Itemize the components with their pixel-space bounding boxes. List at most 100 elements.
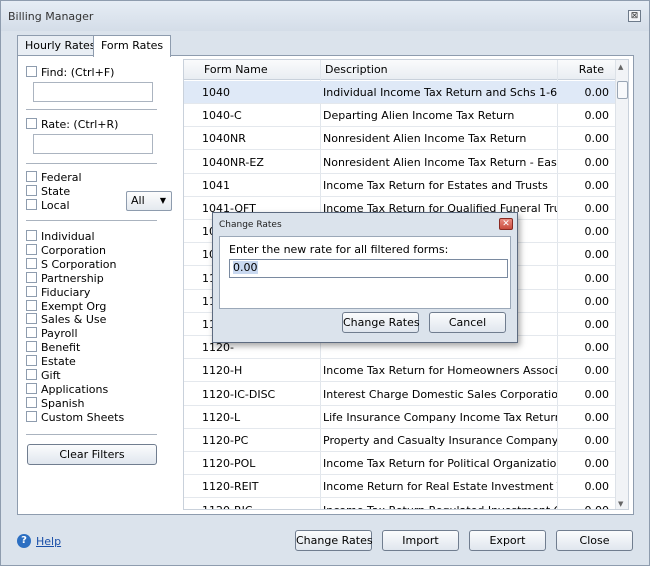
description-cell: Income Tax Return for Estates and Trusts [323, 178, 548, 192]
title-bar: Billing Manager ⊠ [1, 1, 649, 31]
checkbox-fiduciary[interactable]: Fiduciary [26, 285, 90, 300]
tab-hourly-rates[interactable]: Hourly Rates [17, 35, 104, 56]
clear-filters-button[interactable]: Clear Filters [27, 444, 157, 465]
checkbox-partnership[interactable]: Partnership [26, 271, 104, 286]
form-name-cell: 1120-PC [202, 434, 249, 447]
checkbox-icon [26, 230, 37, 241]
export-button[interactable]: Export [469, 530, 546, 551]
checkbox-payroll[interactable]: Payroll [26, 327, 78, 341]
divider [26, 434, 157, 435]
table-row[interactable]: 1120-H Income Tax Return for Homeowners A… [184, 359, 615, 383]
divider [26, 163, 157, 164]
rate-cell: 0.00 [584, 271, 610, 285]
scroll-up-icon[interactable]: ▲ [618, 63, 623, 71]
form-name-cell: 1041 [202, 178, 230, 192]
scroll-thumb[interactable] [617, 81, 628, 99]
checkbox-applications[interactable]: Applications [26, 382, 108, 397]
checkbox-custom-sheets[interactable]: Custom Sheets [26, 410, 125, 425]
description-cell: Property and Casualty Insurance Company … [323, 434, 557, 447]
table-row[interactable]: 1120-REIT Income Return for Real Estate I… [184, 475, 615, 499]
table-row[interactable]: 1040 Individual Income Tax Return and Sch… [184, 81, 615, 104]
find-filter-checkbox[interactable]: Find: (Ctrl+F) [26, 66, 114, 80]
table-row[interactable]: 1040-C Departing Alien Income Tax Return 0… [184, 104, 615, 128]
jurisdiction-select[interactable]: All ▼ [126, 191, 172, 211]
form-name-cell: 1040NR [202, 132, 246, 146]
checkbox-label: State [41, 185, 71, 198]
checkbox-icon [26, 341, 37, 353]
column-header-rate[interactable]: Rate [560, 63, 604, 76]
table-row[interactable]: 1040NR-EZ Nonresident Alien Income Tax Re… [184, 151, 615, 174]
rate-cell: 0.00 [584, 434, 610, 447]
rate-cell: 0.00 [584, 364, 610, 378]
footer-bar: ? Help Change Rates Import Export Close [1, 521, 649, 565]
tab-form-rates[interactable]: Form Rates [93, 35, 172, 57]
rate-cell: 0.00 [562, 504, 610, 509]
checkbox-label: Partnership [41, 271, 104, 285]
table-row[interactable]: 1040NR Nonresident Alien Income Tax Retur… [184, 127, 615, 151]
help-icon[interactable]: ? [17, 534, 31, 548]
change-rates-dialog: Change Rates ✕ Enter the new rate for al… [212, 212, 518, 343]
grid-header: Form Name Description Rate [184, 60, 628, 80]
dialog-title: Change Rates [219, 220, 282, 230]
window-title: Billing Manager [8, 10, 94, 23]
checkbox-icon [26, 369, 37, 380]
column-header-description[interactable]: Description [325, 63, 388, 76]
table-row[interactable]: 1120-L Life Insurance Company Income Tax … [184, 406, 615, 429]
checkbox-sales-use[interactable]: Sales & Use [26, 313, 106, 327]
form-name-cell: 1040 [202, 86, 230, 99]
checkbox-exempt-org[interactable]: Exempt Org [26, 299, 106, 314]
new-rate-input[interactable]: 0.00 [229, 259, 508, 278]
checkbox-federal[interactable]: Federal [26, 171, 82, 185]
checkbox-estate[interactable]: Estate [26, 355, 76, 369]
table-row[interactable]: 1120-RIC Income Tax Return Regulated Inve… [184, 499, 615, 509]
checkbox-local[interactable]: Local [26, 199, 70, 213]
checkbox-corporation[interactable]: Corporation [26, 243, 106, 258]
help-link[interactable]: Help [36, 535, 61, 548]
chevron-down-icon: ▼ [159, 196, 166, 205]
grid-scrollbar[interactable]: ▲ ▼ [615, 60, 628, 509]
dialog-close-icon[interactable]: ✕ [499, 218, 513, 230]
table-row[interactable]: 1120-IC-DISC Interest Charge Domestic Sal… [184, 383, 615, 406]
checkbox-spanish[interactable]: Spanish [26, 396, 84, 411]
close-button[interactable]: Close [556, 530, 633, 551]
scroll-down-icon[interactable]: ▼ [618, 500, 623, 508]
description-cell: Departing Alien Income Tax Return [323, 109, 515, 123]
find-input[interactable] [33, 82, 153, 102]
rate-input[interactable] [33, 134, 153, 154]
rate-cell: 0.00 [584, 410, 610, 424]
checkbox-gift[interactable]: Gift [26, 369, 61, 383]
dialog-change-rates-button[interactable]: Change Rates [342, 312, 420, 333]
description-cell: Income Tax Return Regulated Investment C… [323, 504, 557, 509]
dialog-cancel-button[interactable]: Cancel [429, 312, 506, 333]
new-rate-value: 0.00 [233, 261, 258, 274]
window-close-icon[interactable]: ⊠ [628, 10, 641, 22]
form-name-cell: 1120-IC-DISC [202, 387, 276, 401]
checkbox-state[interactable]: State [26, 185, 70, 199]
table-row[interactable]: 1120-PC Property and Casualty Insurance C… [184, 429, 615, 452]
checkbox-individual[interactable]: Individual [26, 230, 95, 244]
change-rates-button[interactable]: Change Rates [295, 530, 373, 551]
form-name-cell: 1120-POL [202, 457, 256, 471]
form-name-cell: 1120-RIC [202, 504, 317, 509]
table-row[interactable]: 1120-POL Income Tax Return for Political … [184, 452, 615, 476]
find-filter-label: Find: (Ctrl+F) [41, 66, 115, 79]
checkbox-s-corporation[interactable]: S Corporation [26, 257, 116, 272]
table-row[interactable]: 1041 Income Tax Return for Estates and Tr… [184, 174, 615, 197]
rate-cell: 0.00 [584, 202, 610, 215]
rate-filter-checkbox[interactable]: Rate: (Ctrl+R) [26, 118, 118, 132]
rate-cell: 0.00 [584, 387, 610, 401]
rate-cell: 0.00 [584, 132, 610, 146]
checkbox-icon [26, 410, 37, 422]
import-button[interactable]: Import [382, 530, 459, 551]
rate-filter-label: Rate: (Ctrl+R) [41, 118, 119, 131]
checkbox-icon [26, 299, 37, 311]
form-name-cell: 1040-C [202, 109, 242, 123]
column-header-form-name[interactable]: Form Name [204, 63, 268, 76]
checkbox-icon [26, 396, 37, 408]
checkbox-benefit[interactable]: Benefit [26, 341, 80, 355]
divider [26, 220, 157, 221]
jurisdiction-select-value: All [131, 194, 145, 207]
checkbox-label: Custom Sheets [41, 410, 125, 424]
description-cell: Life Insurance Company Income Tax Return [323, 410, 557, 424]
rate-cell: 0.00 [584, 294, 610, 308]
